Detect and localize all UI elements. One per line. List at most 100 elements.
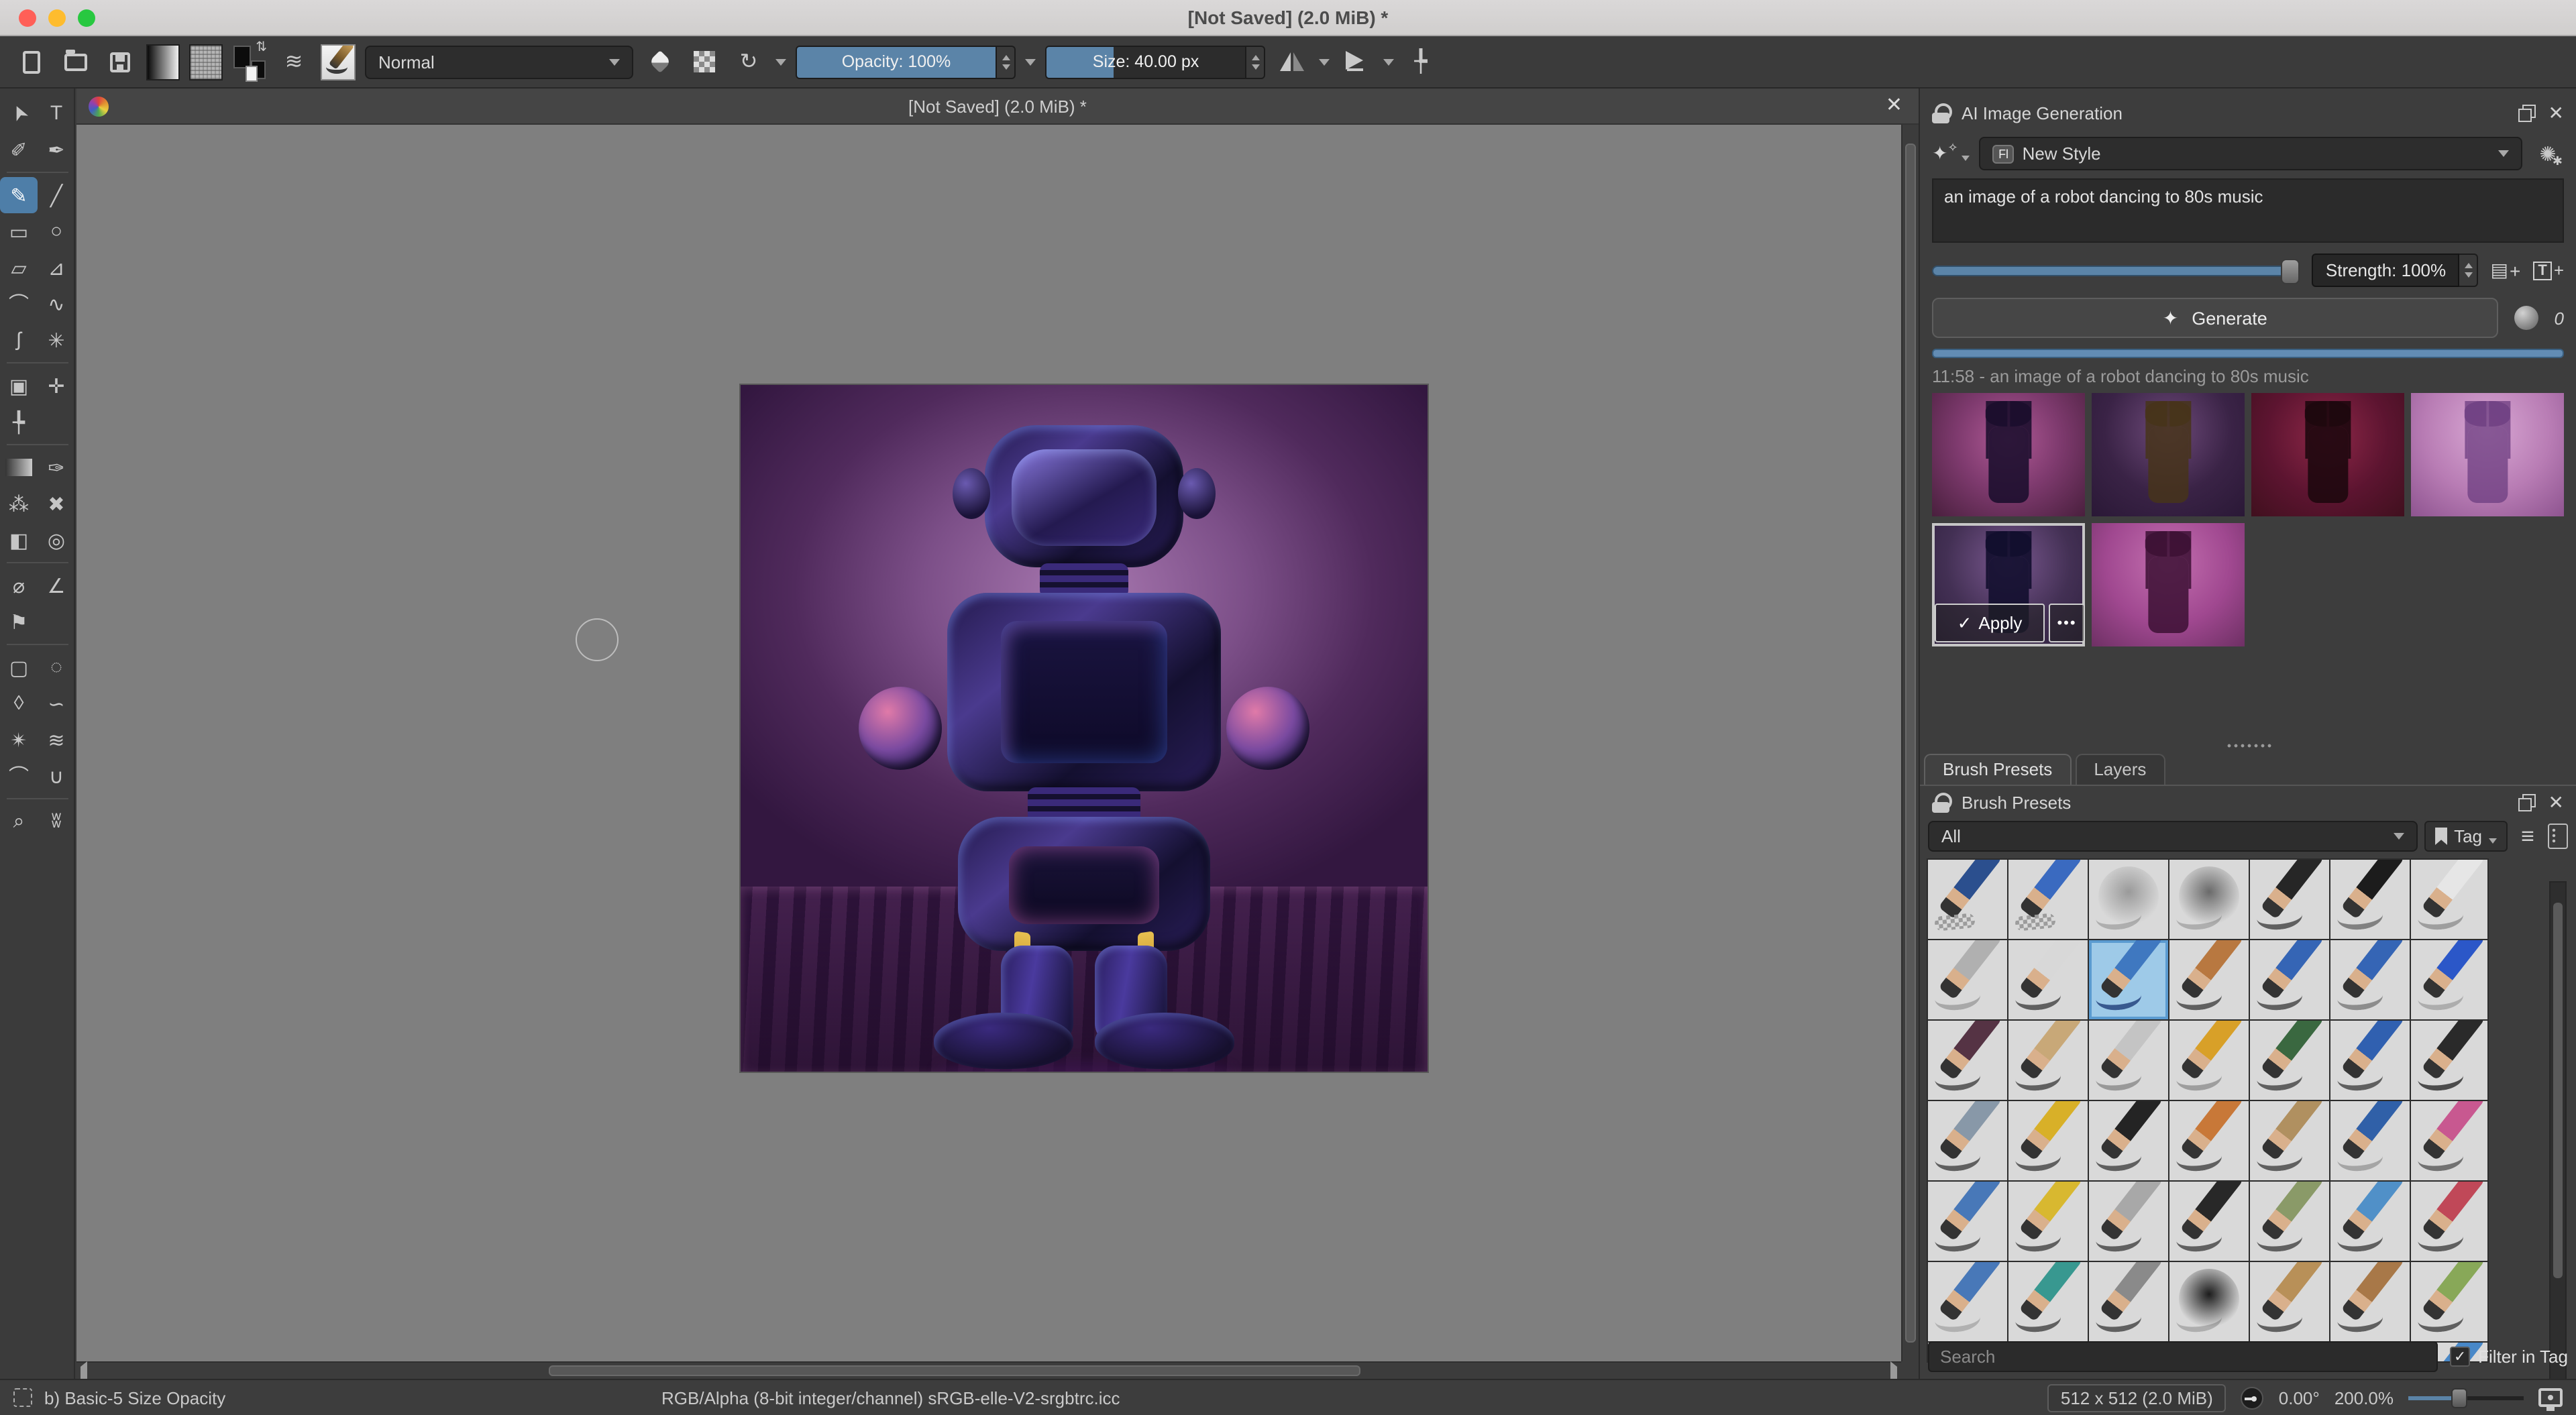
close-docker-icon[interactable]: ✕: [2548, 791, 2564, 814]
brush-eraser-soft[interactable]: [2008, 860, 2088, 939]
brush-ink-pen[interactable]: [2169, 1182, 2249, 1261]
brush-pencil-2b[interactable]: [2250, 940, 2329, 1019]
minimize-window-button[interactable]: [48, 9, 66, 27]
add-text-button[interactable]: T +: [2532, 260, 2564, 280]
tool-polyline[interactable]: ⊿: [38, 249, 75, 286]
brush-ink-precision[interactable]: [2250, 860, 2329, 939]
tool-bezier-curve[interactable]: ⌒: [0, 286, 38, 322]
tool-gradient[interactable]: [0, 449, 38, 486]
brush-mech-pencil[interactable]: [1928, 1101, 2007, 1180]
preset-scroll-thumb[interactable]: [2553, 903, 2563, 1278]
tool-zoom[interactable]: ⌕: [0, 803, 38, 840]
gradient-chooser[interactable]: [146, 44, 180, 80]
tool-select-rectangular[interactable]: ▢: [0, 649, 38, 685]
close-window-button[interactable]: [19, 9, 36, 27]
brush-wet-bristle[interactable]: [2250, 1182, 2329, 1261]
brush-marker-details[interactable]: [2330, 860, 2410, 939]
generate-button[interactable]: ✦ Generate: [1932, 298, 2498, 338]
brush-marker-chisel[interactable]: [2330, 1101, 2410, 1180]
tool-select-freehand[interactable]: ∽: [38, 685, 75, 722]
strength-slider-knob[interactable]: [2281, 258, 2300, 284]
brush-shader-chisel[interactable]: [2169, 1021, 2249, 1100]
foreground-background-colors[interactable]: ⇅: [232, 40, 267, 82]
strength-spinner[interactable]: [2459, 253, 2479, 287]
monitor-icon[interactable]: [2538, 1388, 2563, 1411]
tool-polygon[interactable]: ▱: [0, 249, 38, 286]
strength-spinbox[interactable]: Strength: 100%: [2312, 253, 2460, 287]
brush-blender-blur[interactable]: [2089, 860, 2168, 939]
brush-ink-brush[interactable]: [2008, 940, 2088, 1019]
brush-nib-sketch[interactable]: [2330, 1021, 2410, 1100]
tool-measure[interactable]: ∠: [38, 567, 75, 604]
tool-assistants[interactable]: ⌀: [0, 567, 38, 604]
tool-fill[interactable]: ◧: [0, 522, 38, 558]
horizontal-scroll-thumb[interactable]: [549, 1365, 1360, 1376]
mirror-horizontal-button[interactable]: [1275, 44, 1309, 79]
tool-multibrush[interactable]: ✳: [38, 322, 75, 358]
brush-nib-yellow[interactable]: [2008, 1101, 2088, 1180]
spin-up-icon[interactable]: [1002, 54, 1010, 60]
selection-mode-icon[interactable]: [13, 1388, 32, 1407]
brush-airbrush-blue[interactable]: [2330, 1182, 2410, 1261]
tab-layers[interactable]: Layers: [2075, 754, 2165, 785]
prompt-textarea[interactable]: an image of a robot dancing to 80s music: [1932, 178, 2564, 243]
generated-image-6[interactable]: [2092, 523, 2245, 646]
tab-brush-presets[interactable]: Brush Presets: [1924, 754, 2072, 785]
brush-pencil-tan[interactable]: [2008, 1021, 2088, 1100]
scroll-left-icon[interactable]: [80, 1361, 87, 1379]
spin-up-icon[interactable]: [2464, 263, 2473, 268]
tool-select-bezier[interactable]: ⌒: [0, 758, 38, 794]
canvas-angle-value[interactable]: 0.00°: [2279, 1388, 2320, 1408]
docker-resize-handle[interactable]: [2225, 743, 2271, 748]
lock-icon[interactable]: [1932, 793, 1952, 813]
zoom-slider[interactable]: [2408, 1387, 2524, 1408]
search-input[interactable]: [1928, 1341, 2438, 1372]
brush-marker-yellow[interactable]: [2008, 1182, 2088, 1261]
brush-pencil-soft[interactable]: [1928, 1021, 2007, 1100]
tool-select-elliptical[interactable]: ◌: [38, 649, 75, 685]
tool-move[interactable]: ✛: [38, 367, 75, 404]
filter-in-tag-checkbox[interactable]: ✓: [2450, 1347, 2471, 1367]
wand-menu-button[interactable]: ✦ ✧: [1932, 141, 1970, 165]
brush-airbrush-soft[interactable]: [2169, 860, 2249, 939]
tool-text[interactable]: T: [38, 95, 75, 131]
tool-select-magnetic[interactable]: ∪: [38, 758, 75, 794]
tool-freehand-brush[interactable]: ✎: [0, 177, 38, 213]
brush-sumi[interactable]: [2250, 1101, 2329, 1180]
preset-grid-scrollbar[interactable]: [2549, 881, 2567, 1385]
tool-colorize-mask[interactable]: ⁂: [0, 486, 38, 522]
tool-line[interactable]: ╱: [38, 177, 75, 213]
blending-mode-select[interactable]: Normal: [365, 45, 633, 78]
zoom-slider-knob[interactable]: [2451, 1388, 2467, 1408]
subwindow-titlebar[interactable]: [Not Saved] (2.0 MiB) * ✕: [76, 89, 1919, 125]
edit-brush-settings-button[interactable]: [321, 44, 356, 80]
brush-fountain-pen[interactable]: [2089, 1101, 2168, 1180]
zoom-percentage[interactable]: 200.0%: [2334, 1388, 2394, 1408]
reload-options-chevron-icon[interactable]: [775, 58, 786, 65]
tool-color-sampler[interactable]: ✑: [38, 449, 75, 486]
brush-pencil-hb[interactable]: [2330, 940, 2410, 1019]
tool-smart-patch[interactable]: ✖: [38, 486, 75, 522]
tool-edit-shapes[interactable]: ✐: [0, 131, 38, 168]
workspace-chooser-button[interactable]: ≋: [276, 44, 311, 79]
brush-fineliner[interactable]: [2411, 860, 2487, 939]
generated-image-4[interactable]: [2411, 393, 2564, 516]
brush-ink-blob[interactable]: [2169, 1262, 2249, 1341]
style-select[interactable]: Fl New Style: [1979, 137, 2522, 170]
brush-blender-rake[interactable]: [2169, 1101, 2249, 1180]
settings-button[interactable]: ✺ ✱: [2532, 142, 2564, 167]
generated-image-3[interactable]: [2251, 393, 2404, 516]
wrap-around-mode-button[interactable]: ╄: [1403, 44, 1438, 79]
new-document-button[interactable]: [13, 44, 48, 79]
background-color-swatch[interactable]: [246, 60, 266, 82]
add-layer-button[interactable]: ▤ +: [2491, 259, 2521, 282]
tool-ellipse[interactable]: ○: [38, 213, 75, 249]
tag-filter-select[interactable]: All: [1928, 821, 2418, 852]
brush-marker-teal[interactable]: [2008, 1262, 2088, 1341]
preserve-alpha-button[interactable]: [687, 44, 722, 79]
mirror-vertical-button[interactable]: [1339, 44, 1374, 79]
strength-slider[interactable]: [1932, 258, 2300, 284]
brush-detail[interactable]: [2169, 940, 2249, 1019]
open-document-button[interactable]: [58, 44, 93, 79]
generated-image-1[interactable]: [1932, 393, 2085, 516]
